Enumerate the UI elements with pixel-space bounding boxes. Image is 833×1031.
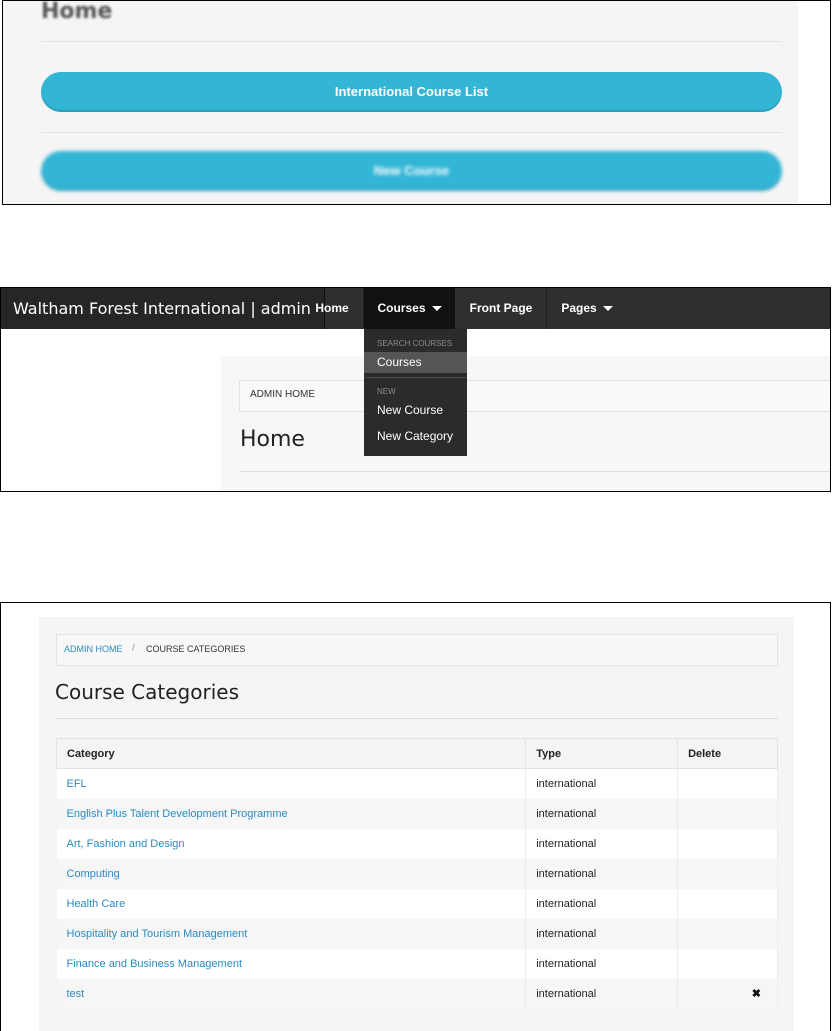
international-course-list-button[interactable]: International Course List xyxy=(41,72,782,112)
delete-cell xyxy=(677,828,778,859)
table-row: Computing international xyxy=(56,858,778,889)
categories-table: Category Type Delete EFL international E… xyxy=(55,738,778,1009)
category-link[interactable]: English Plus Talent Development Programm… xyxy=(67,808,288,820)
top-navbar: Waltham Forest International | admin Hom… xyxy=(1,288,830,329)
dropdown-divider xyxy=(364,377,467,378)
delete-cell xyxy=(677,768,778,799)
category-link[interactable]: Health Care xyxy=(67,898,126,910)
type-cell: international xyxy=(525,918,679,949)
table-row: Art, Fashion and Design international xyxy=(56,828,778,859)
breadcrumb: ADMIN HOME / COURSE CATEGORIES xyxy=(56,634,778,666)
category-link[interactable]: Computing xyxy=(67,868,120,880)
nav-pages-label: Pages xyxy=(561,301,597,315)
category-cell: EFL xyxy=(56,768,527,799)
type-cell: international xyxy=(525,948,679,979)
page-title: Course Categories xyxy=(55,680,239,704)
divider xyxy=(56,718,778,719)
type-cell: international xyxy=(525,858,679,889)
nav-courses-label: Courses xyxy=(377,301,426,315)
table-row: Hospitality and Tourism Management inter… xyxy=(56,918,778,949)
nav-home[interactable]: Home xyxy=(301,288,364,329)
delete-cell xyxy=(677,918,778,949)
brand-title[interactable]: Waltham Forest International | admin xyxy=(1,288,325,329)
delete-cell xyxy=(677,888,778,919)
table-row: Finance and Business Management internat… xyxy=(56,948,778,979)
new-course-button[interactable]: New Course xyxy=(41,151,782,191)
category-link[interactable]: Art, Fashion and Design xyxy=(67,838,185,850)
column-header-type: Type xyxy=(525,738,679,769)
table-row: EFL international xyxy=(56,768,778,799)
table-row: English Plus Talent Development Programm… xyxy=(56,798,778,829)
type-cell: international xyxy=(525,828,679,859)
category-link[interactable]: Hospitality and Tourism Management xyxy=(67,928,248,940)
category-link[interactable]: test xyxy=(67,988,85,1000)
category-cell: Finance and Business Management xyxy=(56,948,527,979)
breadcrumb-current: COURSE CATEGORIES xyxy=(146,644,246,654)
dropdown-header-new: NEW xyxy=(377,387,396,396)
home-buttons-panel: Home International Course List New Cours… xyxy=(2,0,831,205)
divider xyxy=(41,41,782,42)
column-header-delete: Delete xyxy=(677,738,778,769)
category-cell: Hospitality and Tourism Management xyxy=(56,918,527,949)
caret-down-icon xyxy=(602,306,613,312)
category-cell: Art, Fashion and Design xyxy=(56,828,527,859)
table-header-row: Category Type Delete xyxy=(55,738,778,769)
nav-courses-dropdown[interactable]: Courses xyxy=(364,288,455,329)
category-link[interactable]: Finance and Business Management xyxy=(67,958,243,970)
category-cell: Health Care xyxy=(56,888,527,919)
type-cell: international xyxy=(525,978,679,1009)
nav-front-page[interactable]: Front Page xyxy=(456,288,547,329)
course-categories-panel: ADMIN HOME / COURSE CATEGORIES Course Ca… xyxy=(0,602,831,1031)
breadcrumb: ADMIN HOME xyxy=(239,380,830,412)
type-cell: international xyxy=(525,768,679,799)
divider xyxy=(41,132,782,133)
category-cell: test xyxy=(56,978,527,1009)
delete-cell xyxy=(677,948,778,979)
category-cell: Computing xyxy=(56,858,527,889)
page-title: Home xyxy=(240,427,305,452)
dropdown-item-courses[interactable]: Courses xyxy=(364,352,467,373)
column-header-category: Category xyxy=(55,738,527,769)
breadcrumb-separator: / xyxy=(132,643,135,654)
type-cell: international xyxy=(525,798,679,829)
delete-icon[interactable]: ✖ xyxy=(677,978,778,1009)
category-cell: English Plus Talent Development Programm… xyxy=(56,798,527,829)
table-row: Health Care international xyxy=(56,888,778,919)
category-link[interactable]: EFL xyxy=(67,778,87,790)
delete-cell xyxy=(677,858,778,889)
dropdown-header-search-courses: SEARCH COURSES xyxy=(377,339,453,348)
nav-pages-dropdown[interactable]: Pages xyxy=(547,288,627,329)
table-row: test international ✖ xyxy=(56,978,778,1009)
delete-cell xyxy=(677,798,778,829)
page-title: Home xyxy=(41,0,113,24)
type-cell: international xyxy=(525,888,679,919)
caret-down-icon xyxy=(431,306,442,312)
courses-dropdown-menu: SEARCH COURSES Courses NEW New Course Ne… xyxy=(364,329,467,456)
divider xyxy=(239,471,830,472)
admin-navbar-panel: Waltham Forest International | admin Hom… xyxy=(0,287,831,492)
nav-front-page-label: Front Page xyxy=(469,301,533,315)
breadcrumb-admin-home[interactable]: ADMIN HOME xyxy=(250,389,315,400)
dropdown-item-new-category[interactable]: New Category xyxy=(364,426,467,447)
dropdown-item-new-course[interactable]: New Course xyxy=(364,400,467,421)
breadcrumb-admin-home-link[interactable]: ADMIN HOME xyxy=(64,644,123,654)
nav-home-label: Home xyxy=(315,301,349,315)
